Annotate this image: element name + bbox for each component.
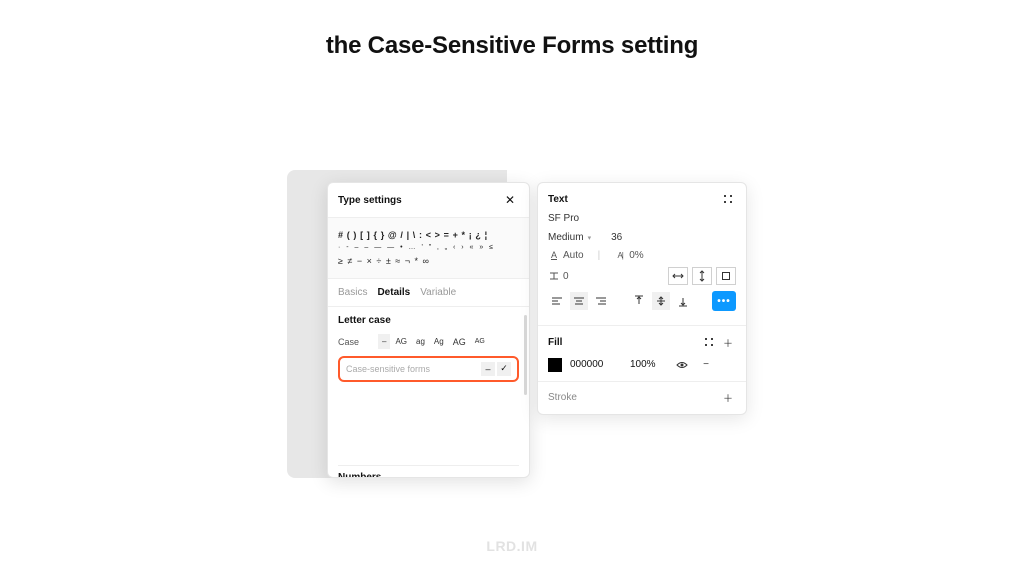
stroke-heading: Stroke [548, 392, 577, 403]
case-option-none[interactable]: – [378, 334, 390, 349]
preview-line-2: · ‐ ‒ – — ― • … ' " ‚ „ ‹ › « » ≤ [338, 242, 519, 253]
letter-spacing-control[interactable]: A| 0% [614, 249, 643, 261]
case-sensitive-forms-toggle: – ✓ [481, 362, 511, 376]
fill-heading: Fill [548, 337, 562, 348]
align-left-button[interactable] [548, 292, 566, 310]
chevron-down-icon: ▾ [588, 234, 592, 242]
letter-case-section: Letter case Case – AG ag Ag AG AG Case-s… [328, 307, 529, 477]
case-option-allsmall[interactable]: AG [471, 335, 489, 348]
type-settings-panel: Type settings ✕ # ( ) [ ] { } @ / | \ : … [327, 182, 530, 478]
tab-basics[interactable]: Basics [338, 287, 367, 298]
paragraph-spacing-control[interactable]: 0 [548, 270, 569, 282]
case-option-upper[interactable]: AG [391, 334, 411, 349]
design-panel: Text SF Pro Medium ▾ 36 A Auto | [537, 182, 747, 415]
add-stroke-button[interactable]: ＋ [720, 390, 736, 406]
scrollbar[interactable] [524, 315, 527, 395]
tab-details[interactable]: Details [377, 287, 410, 298]
case-label: Case [338, 337, 378, 347]
csf-on-button[interactable]: ✓ [497, 362, 511, 376]
csf-off-button[interactable]: – [481, 362, 495, 376]
letter-spacing-value: 0% [629, 250, 643, 261]
paragraph-spacing-icon [548, 270, 560, 282]
watermark: LRD.IM [0, 538, 1024, 554]
line-height-value: Auto [563, 250, 584, 261]
valign-bottom-button[interactable] [674, 292, 692, 310]
resize-vertical-button[interactable] [692, 267, 712, 285]
add-fill-button[interactable]: ＋ [720, 335, 736, 351]
font-size-input[interactable]: 36 [611, 232, 622, 243]
case-row: Case – AG ag Ag AG AG [338, 334, 519, 350]
stroke-section: Stroke ＋ [538, 382, 746, 414]
case-option-lower[interactable]: ag [412, 334, 429, 349]
remove-fill-button[interactable]: − [698, 357, 714, 373]
figure-canvas: Type settings ✕ # ( ) [ ] { } @ / | \ : … [287, 170, 747, 478]
font-weight-select[interactable]: Medium ▾ [548, 232, 591, 243]
resize-fixed-button[interactable] [716, 267, 736, 285]
case-sensitive-forms-label: Case-sensitive forms [346, 364, 430, 374]
valign-middle-button[interactable] [652, 292, 670, 310]
numbers-section-heading: Numbers [338, 465, 519, 477]
page-title: the Case-Sensitive Forms setting [0, 32, 1024, 60]
align-right-button[interactable] [592, 292, 610, 310]
close-icon[interactable]: ✕ [501, 191, 519, 209]
fill-opacity-input[interactable]: 100% [630, 359, 666, 370]
case-segmented-control: – AG ag Ag AG AG [378, 334, 489, 350]
fill-swatch[interactable] [548, 358, 562, 372]
tab-variable[interactable]: Variable [420, 287, 456, 298]
text-section-heading: Text [548, 194, 568, 205]
letter-case-heading: Letter case [338, 315, 519, 326]
fill-section: Fill ＋ 000000 100% − [538, 326, 746, 382]
resize-mode [668, 267, 736, 285]
type-settings-title: Type settings [338, 195, 402, 206]
type-settings-header: Type settings ✕ [328, 183, 529, 217]
divider: | [598, 250, 601, 261]
case-option-title[interactable]: Ag [430, 334, 448, 349]
resize-horizontal-button[interactable] [668, 267, 688, 285]
font-weight-value: Medium [548, 232, 584, 243]
fill-row: 000000 100% − [548, 357, 736, 373]
case-option-smallcaps[interactable]: AG [449, 334, 470, 350]
letter-spacing-icon: A| [614, 249, 626, 261]
line-height-control[interactable]: A Auto [548, 249, 584, 261]
preview-line-3: ≥ ≠ − × ÷ ± ≈ ¬ * ∞ [338, 254, 519, 268]
type-settings-tabs: Basics Details Variable [328, 279, 529, 307]
line-height-icon: A [548, 249, 560, 261]
type-settings-button[interactable]: ••• [712, 291, 736, 311]
text-section: Text SF Pro Medium ▾ 36 A Auto | [538, 183, 746, 326]
case-sensitive-forms-row: Case-sensitive forms – ✓ [338, 356, 519, 382]
paragraph-spacing-value: 0 [563, 271, 569, 282]
fill-style-icon[interactable] [701, 334, 717, 350]
fill-hex-input[interactable]: 000000 [570, 359, 622, 370]
vertical-align [630, 292, 692, 310]
align-center-button[interactable] [570, 292, 588, 310]
glyph-preview: # ( ) [ ] { } @ / | \ : < > = + * ¡ ¿ ¦ … [328, 217, 529, 279]
preview-line-1: # ( ) [ ] { } @ / | \ : < > = + * ¡ ¿ ¦ [338, 228, 519, 242]
visibility-icon[interactable] [674, 357, 690, 373]
style-icon[interactable] [720, 191, 736, 207]
horizontal-align [548, 292, 610, 310]
font-family-select[interactable]: SF Pro [548, 213, 736, 224]
valign-top-button[interactable] [630, 292, 648, 310]
